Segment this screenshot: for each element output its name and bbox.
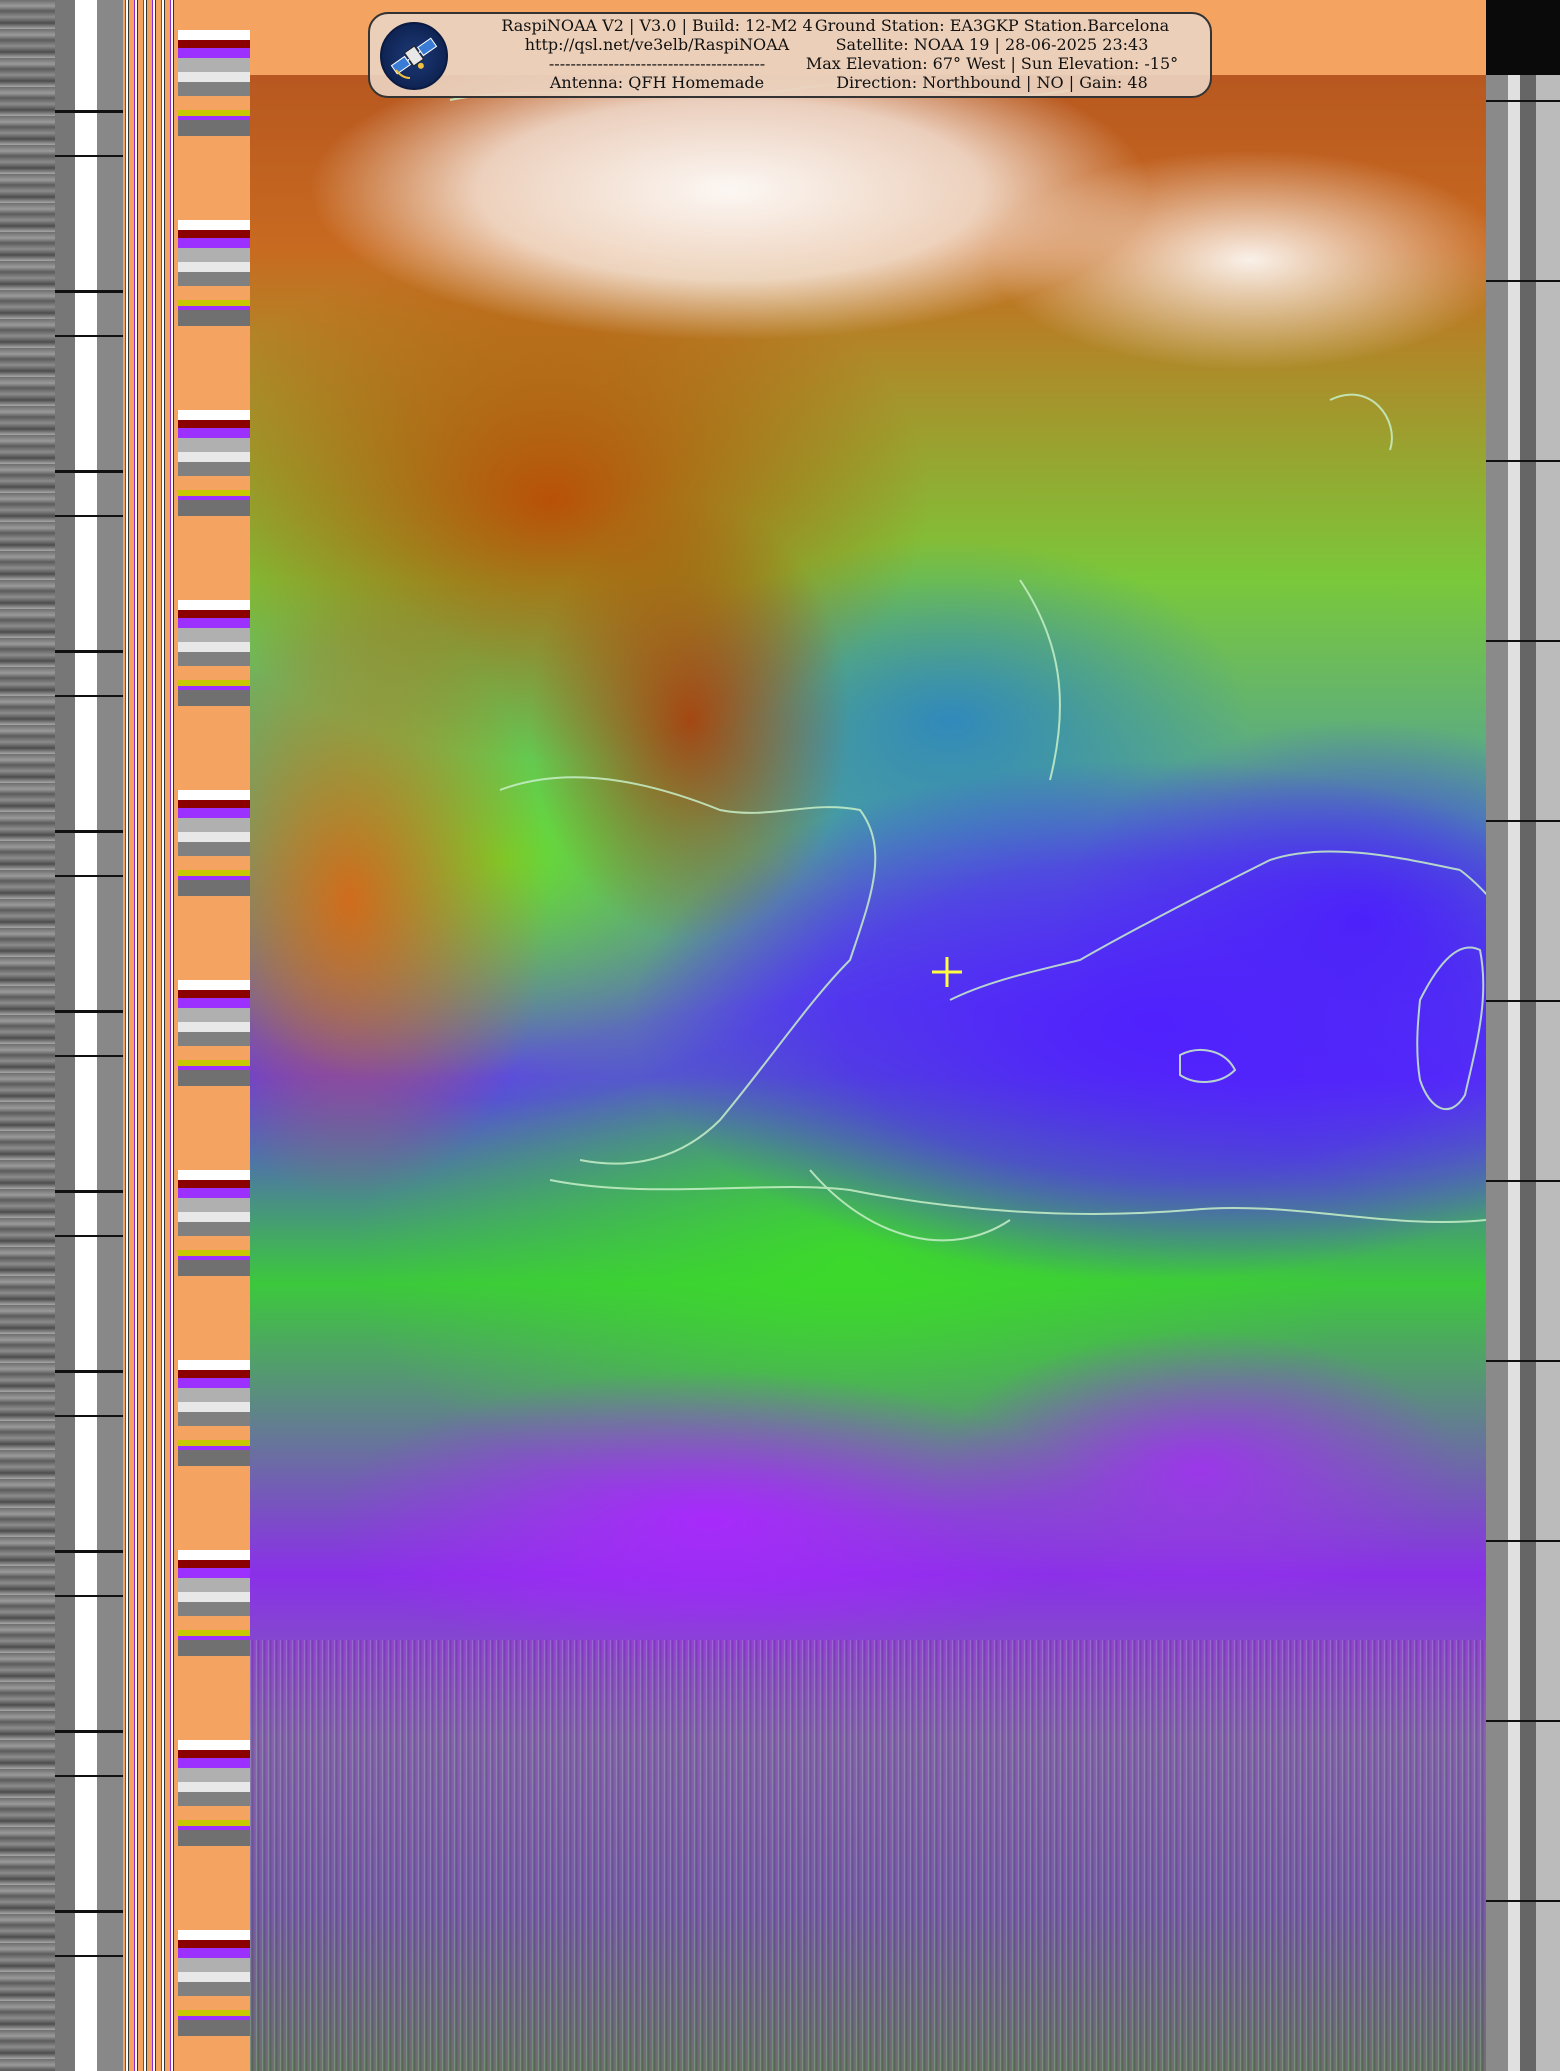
raspinoaa-logo (380, 22, 448, 90)
sync-b-minute-marks (1486, 0, 1560, 2071)
direction-line: Direction: Northbound | NO | Gain: 48 (836, 73, 1148, 92)
satellite-line: Satellite: NOAA 19 | 28-06-2025 23:43 (835, 35, 1149, 54)
panel-right-column: Ground Station: EA3GKP Station.Barcelona… (782, 16, 1202, 92)
elevation-line: Max Elevation: 67° West | Sun Elevation:… (805, 54, 1179, 73)
telemetry-wedges (178, 0, 250, 2071)
sync-a-minute-marks (55, 0, 123, 2071)
ground-station-line: Ground Station: EA3GKP Station.Barcelona (814, 16, 1170, 35)
info-panel: RaspiNOAA V2 | V3.0 | Build: 12-M2 4 htt… (368, 12, 1212, 98)
ground-station-crosshair-icon (932, 957, 962, 987)
noise-band (250, 1640, 1486, 2071)
telemetry-b-block (1486, 0, 1560, 75)
sync-a-lines (123, 0, 178, 2071)
channel-a-gray-strip (0, 0, 55, 2071)
satellite-icon (390, 37, 438, 79)
